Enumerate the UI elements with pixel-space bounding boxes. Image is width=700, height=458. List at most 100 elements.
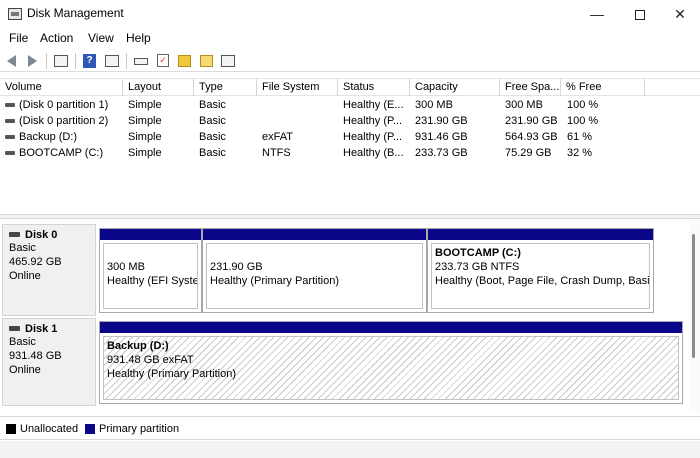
cell-layout: Simple <box>128 131 162 143</box>
partition-primary[interactable]: 231.90 GB Healthy (Primary Partition) <box>202 228 427 313</box>
legend-primary-partition: Primary partition <box>99 423 180 435</box>
window-title: Disk Management <box>27 6 124 20</box>
console-tree-icon[interactable] <box>220 53 236 69</box>
cell-status: Healthy (E... <box>343 99 404 111</box>
column-capacity[interactable]: Capacity <box>410 79 500 96</box>
toolbar-separator <box>75 53 76 69</box>
cell-volume: (Disk 0 partition 2) <box>19 115 109 127</box>
cell-status: Healthy (B... <box>343 147 404 159</box>
cell-percent-free: 32 % <box>567 147 593 159</box>
check-icon[interactable]: ✓ <box>155 53 171 69</box>
primary-partition-bar <box>100 322 682 333</box>
cell-layout: Simple <box>128 115 162 127</box>
column-layout[interactable]: Layout <box>123 79 194 96</box>
primary-partition-bar <box>100 229 201 240</box>
volume-list: Volume Layout Type File System Status Ca… <box>0 78 700 214</box>
partition-bootcamp[interactable]: BOOTCAMP (C:) 233.73 GB NTFS Healthy (Bo… <box>427 228 654 313</box>
table-row[interactable]: Backup (D:) Simple Basic exFAT Healthy (… <box>0 129 700 145</box>
title-bar: Disk Management — ✕ <box>0 0 700 28</box>
partition-body: BOOTCAMP (C:) 233.73 GB NTFS Healthy (Bo… <box>431 243 650 309</box>
status-bar <box>0 441 700 458</box>
volume-icon <box>5 151 15 155</box>
partition-efi[interactable]: 300 MB Healthy (EFI System Partition) <box>99 228 202 313</box>
cell-layout: Simple <box>128 99 162 111</box>
properties-icon[interactable] <box>104 53 120 69</box>
primary-partition-bar <box>428 229 653 240</box>
legend-unallocated: Unallocated <box>20 423 79 435</box>
help-icon[interactable]: ? <box>82 53 98 69</box>
partition-body: Backup (D:) 931.48 GB exFAT Healthy (Pri… <box>103 336 679 400</box>
column-volume[interactable]: Volume <box>0 79 123 96</box>
table-row[interactable]: BOOTCAMP (C:) Simple Basic NTFS Healthy … <box>0 145 700 161</box>
cell-capacity: 931.46 GB <box>415 131 468 143</box>
cell-volume: (Disk 0 partition 1) <box>19 99 109 111</box>
disk-icon <box>9 325 20 331</box>
close-button[interactable]: ✕ <box>660 0 700 28</box>
minimize-button[interactable]: — <box>574 0 620 28</box>
legend: Unallocated Primary partition <box>0 416 700 440</box>
column-status[interactable]: Status <box>338 79 410 96</box>
partition-backup[interactable]: Backup (D:) 931.48 GB exFAT Healthy (Pri… <box>99 321 683 404</box>
forward-icon[interactable] <box>24 53 40 69</box>
partition-title: BOOTCAMP (C:) <box>435 247 521 259</box>
column-free-space[interactable]: Free Spa... <box>500 79 561 96</box>
menu-view[interactable]: View <box>88 31 114 45</box>
menu-file[interactable]: File <box>9 31 28 45</box>
primary-partition-swatch <box>85 424 95 434</box>
partition-title <box>107 246 194 260</box>
cell-status: Healthy (P... <box>343 131 403 143</box>
console-icon[interactable] <box>53 53 69 69</box>
partition-body: 231.90 GB Healthy (Primary Partition) <box>206 243 423 309</box>
table-header: Volume Layout Type File System Status Ca… <box>0 78 700 96</box>
volume-icon <box>5 119 15 123</box>
disk-1-label[interactable]: Disk 1 Basic 931.48 GB Online <box>2 318 96 406</box>
partition-size: 931.48 GB exFAT <box>107 354 194 366</box>
partition-size: 233.73 GB NTFS <box>435 261 520 273</box>
table-row[interactable]: (Disk 0 partition 2) Simple Basic Health… <box>0 113 700 129</box>
volume-icon <box>5 135 15 139</box>
partition-status: Healthy (Primary Partition) <box>210 275 339 287</box>
menu-bar: File Action View Help <box>0 29 700 49</box>
cell-capacity: 233.73 GB <box>415 147 468 159</box>
disk-type: Basic <box>9 336 36 348</box>
cell-type: Basic <box>199 131 226 143</box>
up-icon[interactable] <box>177 53 193 69</box>
disk-0-label[interactable]: Disk 0 Basic 465.92 GB Online <box>2 224 96 316</box>
cell-percent-free: 61 % <box>567 131 593 143</box>
connect-icon[interactable] <box>133 53 149 69</box>
toolbar: ? ✓ <box>0 50 700 72</box>
cell-type: Basic <box>199 99 226 111</box>
menu-action[interactable]: Action <box>40 31 73 45</box>
cell-capacity: 300 MB <box>415 99 453 111</box>
partition-body: 300 MB Healthy (EFI System Partition) <box>103 243 198 309</box>
cell-type: Basic <box>199 115 226 127</box>
menu-help[interactable]: Help <box>126 31 151 45</box>
maximize-button[interactable] <box>617 0 663 28</box>
cell-percent-free: 100 % <box>567 99 599 111</box>
disk-type: Basic <box>9 242 36 254</box>
partition-title <box>210 246 419 260</box>
cell-layout: Simple <box>128 147 162 159</box>
cell-free-space: 231.90 GB <box>505 115 558 127</box>
column-file-system[interactable]: File System <box>257 79 338 96</box>
partition-status: Healthy (EFI System Partition) <box>107 275 197 287</box>
column-percent-free[interactable]: % Free <box>561 79 645 96</box>
column-type[interactable]: Type <box>194 79 257 96</box>
cell-free-space: 564.93 GB <box>505 131 558 143</box>
maximize-icon <box>635 10 645 21</box>
cell-status: Healthy (P... <box>343 115 403 127</box>
disk-status: Online <box>9 270 41 282</box>
folder-icon[interactable] <box>199 53 215 69</box>
scrollbar-thumb[interactable] <box>692 234 695 358</box>
toolbar-separator <box>126 53 127 69</box>
back-icon[interactable] <box>4 53 20 69</box>
primary-partition-bar <box>203 229 426 240</box>
cell-capacity: 231.90 GB <box>415 115 468 127</box>
disk-map: Disk 0 Basic 465.92 GB Online 300 MB Hea… <box>0 220 700 412</box>
disk-name: Disk 1 <box>25 323 58 335</box>
cell-volume: Backup (D:) <box>19 131 78 143</box>
table-row[interactable]: (Disk 0 partition 1) Simple Basic Health… <box>0 97 700 113</box>
pane-splitter[interactable] <box>0 214 700 219</box>
disk-management-icon <box>8 8 22 20</box>
volume-icon <box>5 103 15 107</box>
